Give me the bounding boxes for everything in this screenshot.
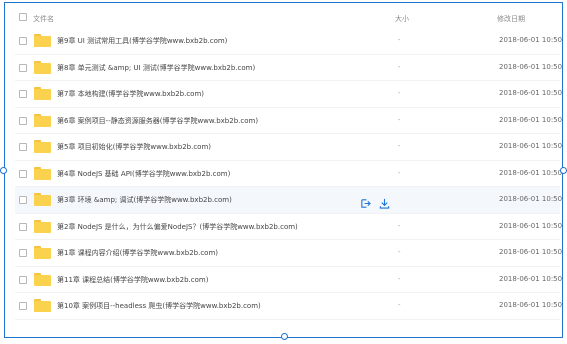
- modified-date: 2018-06-01 10:50: [499, 115, 563, 124]
- row-checkbox[interactable]: [19, 222, 27, 231]
- file-size: -: [398, 142, 401, 150]
- modified-date: 2018-06-01 10:50: [499, 142, 563, 150]
- file-list-panel: 文件名 大小 修改日期 第9章 UI 测试常用工具(博学谷学院www.bxb2b…: [4, 2, 563, 338]
- folder-icon: [34, 193, 51, 206]
- modified-date: 2018-06-01 10:50: [499, 301, 563, 309]
- modified-date: 2018-06-01 10:50: [499, 195, 563, 203]
- file-size: -: [398, 115, 401, 124]
- row-checkbox[interactable]: [19, 90, 27, 98]
- row-checkbox[interactable]: [19, 275, 27, 284]
- modified-date: 2018-06-01 10:50: [499, 274, 563, 283]
- share-icon[interactable]: [360, 194, 371, 208]
- file-name-link[interactable]: 第3章 环境 &amp; 调试(博学谷学院www.bxb2b.com): [57, 195, 232, 205]
- folder-icon: [34, 219, 51, 233]
- file-row[interactable]: 第8章 单元测试 &amp; UI 测试(博学谷学院www.bxb2b.com)…: [15, 55, 563, 81]
- file-row[interactable]: 第7章 本地构建(博学谷学院www.bxb2b.com) - 2018-06-01 …: [15, 81, 563, 108]
- file-size: -: [398, 274, 401, 283]
- file-list-header: 文件名 大小 修改日期: [15, 8, 560, 28]
- folder-icon: [34, 272, 51, 286]
- column-header-name[interactable]: 文件名: [33, 14, 54, 24]
- folder-icon: [34, 246, 51, 259]
- column-header-size[interactable]: 大小: [395, 14, 409, 24]
- resize-handle-right[interactable]: [560, 167, 567, 174]
- folder-icon: [34, 113, 51, 127]
- modified-date: 2018-06-01 10:50: [499, 36, 563, 44]
- file-name-link[interactable]: 第6章 案例项目--静态资源服务器(博学谷学院www.bxb2b.com): [57, 116, 258, 126]
- modified-date: 2018-06-01 10:50: [499, 248, 563, 256]
- row-checkbox[interactable]: [19, 196, 27, 204]
- file-name-link[interactable]: 第9章 UI 测试常用工具(博学谷学院www.bxb2b.com): [57, 36, 227, 46]
- modified-date: 2018-06-01 10:50: [499, 89, 563, 97]
- row-checkbox[interactable]: [19, 143, 27, 151]
- file-row[interactable]: 第3章 环境 &amp; 调试(博学谷学院www.bxb2b.com) 2018-…: [15, 187, 563, 214]
- file-name-link[interactable]: 第4章 NodeJS 基础 API(博学谷学院www.bxb2b.com): [57, 169, 230, 179]
- file-rows: 第9章 UI 测试常用工具(博学谷学院www.bxb2b.com) - 2018-0…: [15, 28, 563, 320]
- file-name-link[interactable]: 第2章 NodeJS 是什么，为什么偏爱NodeJS？(博学谷学院www.bxb…: [57, 222, 298, 232]
- folder-icon: [34, 140, 51, 153]
- resize-handle-bottom[interactable]: [281, 333, 288, 340]
- file-name-link[interactable]: 第11章 课程总结(博学谷学院www.bxb2b.com): [57, 275, 208, 285]
- folder-icon: [34, 166, 51, 180]
- file-row[interactable]: 第1章 课程内容介绍(博学谷学院www.bxb2b.com) - 2018-06-0…: [15, 240, 563, 267]
- file-size: -: [398, 89, 401, 97]
- modified-date: 2018-06-01 10:50: [499, 62, 563, 71]
- file-row[interactable]: 第2章 NodeJS 是什么，为什么偏爱NodeJS？(博学谷学院www.bxb…: [15, 214, 563, 240]
- file-size: -: [398, 248, 401, 256]
- row-checkbox[interactable]: [19, 63, 27, 72]
- file-row[interactable]: 第6章 案例项目--静态资源服务器(博学谷学院www.bxb2b.com) - 20…: [15, 108, 563, 134]
- row-checkbox[interactable]: [19, 169, 27, 178]
- row-checkbox[interactable]: [19, 302, 27, 310]
- file-row[interactable]: 第4章 NodeJS 基础 API(博学谷学院www.bxb2b.com) - 20…: [15, 161, 563, 187]
- file-name-link[interactable]: 第10章 案例项目--headless 爬虫(博学谷学院www.bxb2b.co…: [57, 301, 261, 311]
- row-checkbox[interactable]: [19, 249, 27, 257]
- file-name-link[interactable]: 第5章 项目初始化(博学谷学院www.bxb2b.com): [57, 142, 211, 152]
- row-checkbox[interactable]: [19, 37, 27, 45]
- file-row[interactable]: 第10章 案例项目--headless 爬虫(博学谷学院www.bxb2b.co…: [15, 293, 563, 320]
- download-icon[interactable]: [379, 194, 390, 209]
- file-size: -: [398, 301, 401, 309]
- modified-date: 2018-06-01 10:50: [499, 168, 563, 177]
- file-row[interactable]: 第11章 课程总结(博学谷学院www.bxb2b.com) - 2018-06-01…: [15, 267, 563, 293]
- file-name-link[interactable]: 第1章 课程内容介绍(博学谷学院www.bxb2b.com): [57, 248, 218, 258]
- file-row[interactable]: 第5章 项目初始化(博学谷学院www.bxb2b.com) - 2018-06-01…: [15, 134, 563, 161]
- file-row[interactable]: 第9章 UI 测试常用工具(博学谷学院www.bxb2b.com) - 2018-0…: [15, 28, 563, 55]
- column-header-date[interactable]: 修改日期: [497, 14, 525, 24]
- file-size: -: [398, 221, 401, 230]
- file-name-link[interactable]: 第7章 本地构建(博学谷学院www.bxb2b.com): [57, 89, 204, 99]
- select-all-checkbox[interactable]: [19, 13, 27, 21]
- folder-icon: [34, 34, 51, 47]
- file-size: -: [398, 36, 401, 44]
- modified-date: 2018-06-01 10:50: [499, 221, 563, 230]
- folder-icon: [34, 87, 51, 100]
- file-size: -: [398, 62, 401, 71]
- file-name-link[interactable]: 第8章 单元测试 &amp; UI 测试(博学谷学院www.bxb2b.com): [57, 63, 255, 73]
- folder-icon: [34, 299, 51, 312]
- folder-icon: [34, 60, 51, 74]
- row-checkbox[interactable]: [19, 116, 27, 125]
- resize-handle-left[interactable]: [0, 167, 7, 174]
- file-size: -: [398, 168, 401, 177]
